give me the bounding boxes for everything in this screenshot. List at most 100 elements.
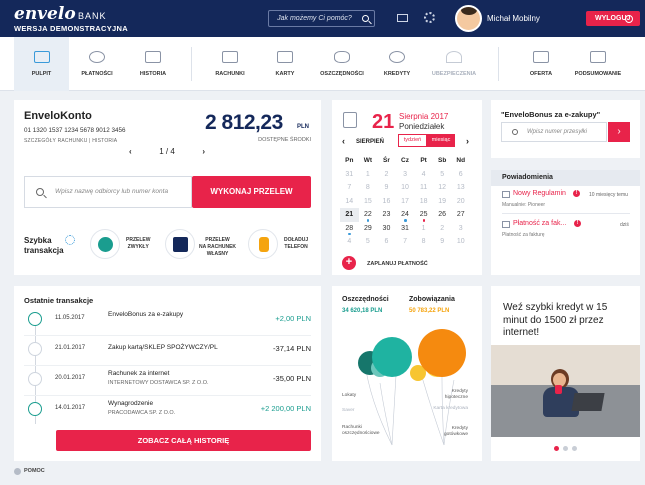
calendar-day[interactable]: 18	[414, 195, 433, 209]
calendar-day[interactable]: 4	[340, 235, 359, 249]
calendar-day[interactable]: 16	[377, 195, 396, 209]
calendar-day[interactable]: 6	[451, 168, 470, 182]
notification-item[interactable]: Płatność za fak... ! dziś Płatność za fa…	[491, 216, 640, 243]
calendar-day[interactable]: 9	[377, 181, 396, 195]
gear-icon[interactable]	[424, 12, 435, 23]
user-name[interactable]: Michał Mobilny	[487, 14, 540, 23]
transaction-row[interactable]: 21.01.2017 Zakup kartą/SKLEP SPOŻYWCZY/P…	[24, 336, 311, 366]
nav-item-karty[interactable]: KARTY	[260, 37, 310, 91]
calendar-day[interactable]: 7	[340, 181, 359, 195]
account-pager: ‹ 1 / 4 ›	[127, 147, 207, 159]
calendar-day[interactable]: 3	[396, 168, 415, 182]
bonus-submit-button[interactable]: ›	[608, 122, 630, 142]
notification-item[interactable]: Nowy Regulamin ! 10 miesięcy temu Manual…	[491, 186, 640, 213]
gear-icon[interactable]	[65, 235, 75, 245]
search-icon[interactable]	[362, 15, 369, 22]
transaction-date: 21.01.2017	[55, 345, 86, 351]
nav-item-oszczednosci[interactable]: OSZCZĘDNOŚCI	[314, 37, 370, 91]
calendar-day[interactable]: 14	[340, 195, 359, 209]
calendar-day[interactable]: 24	[396, 208, 415, 222]
calendar-day[interactable]: 1	[359, 168, 378, 182]
calendar-day[interactable]: 22	[359, 208, 378, 222]
notification-title[interactable]: Nowy Regulamin	[513, 190, 566, 197]
calendar-day[interactable]: 1	[414, 222, 433, 236]
transaction-row[interactable]: 11.05.2017 EnveloBonus za e-zakupy +2,00…	[24, 306, 311, 336]
nav-item-podsumowanie[interactable]: PODSUMOWANIE	[568, 37, 628, 91]
calendar-day[interactable]: 2	[433, 222, 452, 236]
chevron-left-icon[interactable]: ‹	[129, 147, 132, 156]
calendar-day[interactable]: 31	[396, 222, 415, 236]
promo-photo[interactable]	[491, 345, 640, 437]
liabilities-bubble-hipoteczne[interactable]	[418, 329, 466, 377]
circle-icon	[248, 229, 278, 259]
account-details-link[interactable]: SZCZEGÓŁY RACHUNKU	[24, 138, 88, 144]
quick-standard-transfer[interactable]: PRZELEW ZWYKŁY	[90, 229, 170, 261]
calendar-day[interactable]: 5	[433, 168, 452, 182]
calendar-day[interactable]: 15	[359, 195, 378, 209]
calendar-day[interactable]: 25	[414, 208, 433, 222]
calendar-day[interactable]: 29	[359, 222, 378, 236]
calendar-day[interactable]: 10	[451, 235, 470, 249]
calendar-day[interactable]: 13	[451, 181, 470, 195]
nav-label: OSZCZĘDNOŚCI	[320, 71, 364, 77]
carousel-dot-active[interactable]	[554, 446, 559, 451]
nav-item-platnosci[interactable]: PŁATNOŚCI	[72, 37, 122, 91]
quick-own-transfer[interactable]: PRZELEW NA RACHUNEK WŁASNY	[165, 229, 245, 261]
calendar-day[interactable]: 26	[433, 208, 452, 222]
calendar-day[interactable]: 30	[377, 222, 396, 236]
calendar-day[interactable]: 10	[396, 181, 415, 195]
calendar-day[interactable]: 7	[396, 235, 415, 249]
calendar-day[interactable]: 8	[359, 181, 378, 195]
transaction-row[interactable]: 20.01.2017 Rachunek za internet INTERNET…	[24, 366, 311, 396]
nav-item-oferta[interactable]: OFERTA	[516, 37, 566, 91]
chevron-right-icon[interactable]: ›	[202, 147, 205, 156]
nav-item-historia[interactable]: HISTORIA	[128, 37, 178, 91]
view-full-history-button[interactable]: ZOBACZ CAŁĄ HISTORIĘ	[56, 430, 311, 451]
calendar-day[interactable]: 20	[451, 195, 470, 209]
avatar[interactable]	[455, 5, 482, 32]
help-icon[interactable]	[14, 468, 21, 475]
schedule-payment-label[interactable]: ZAPLANUJ PŁATNOŚĆ	[367, 261, 428, 267]
transaction-row[interactable]: 14.01.2017 Wynagrodzenie PRACODAWCA SP. …	[24, 396, 311, 426]
make-transfer-button[interactable]: WYKONAJ PRZELEW	[192, 176, 311, 208]
nav-item-rachunki[interactable]: RACHUNKI	[205, 37, 255, 91]
calendar-day[interactable]: 8	[414, 235, 433, 249]
recipient-input[interactable]: Wpisz nazwę odbiorcy lub numer konta	[24, 176, 192, 208]
toggle-week[interactable]: tydzień	[398, 134, 427, 147]
calendar-day[interactable]: 17	[396, 195, 415, 209]
calendar-day[interactable]: 31	[340, 168, 359, 182]
calendar-day[interactable]: 23	[377, 208, 396, 222]
calendar-day[interactable]: 4	[414, 168, 433, 182]
calendar-day[interactable]: 12	[433, 181, 452, 195]
calendar-day[interactable]: 9	[433, 235, 452, 249]
notification-title[interactable]: Płatność za fak...	[513, 220, 566, 227]
parcel-number-input[interactable]: Wpisz numer przesyłki	[501, 122, 607, 142]
carousel-dot[interactable]	[563, 446, 568, 451]
notifications-header: Powiadomienia	[491, 170, 640, 186]
calendar-day[interactable]: 6	[377, 235, 396, 249]
add-payment-button[interactable]: +	[342, 256, 356, 270]
calendar-day[interactable]: 3	[451, 222, 470, 236]
toggle-month[interactable]: miesiąc	[427, 134, 455, 147]
calendar-day-selected[interactable]: 21	[340, 208, 359, 222]
chevron-right-icon[interactable]: ›	[466, 136, 469, 146]
chevron-left-icon[interactable]: ‹	[342, 136, 345, 146]
logo-text[interactable]: envelo	[14, 6, 76, 23]
calendar-day[interactable]: 27	[451, 208, 470, 222]
help-link[interactable]: POMOC	[24, 468, 45, 474]
account-history-link[interactable]: HISTORIA	[92, 138, 117, 144]
calendar-day[interactable]: 5	[359, 235, 378, 249]
promo-text[interactable]: Weź szybki kredyt w 15 minut do 1500 zł …	[503, 302, 631, 340]
calendar-day[interactable]: 11	[414, 181, 433, 195]
calendar-day[interactable]: 28	[340, 222, 359, 236]
savings-bubble-rachunki[interactable]	[372, 337, 412, 377]
carousel-dot[interactable]	[572, 446, 577, 451]
logout-button[interactable]: WYLOGUJ	[586, 11, 640, 26]
help-search-box[interactable]: Jak możemy Ci pomóc?	[268, 10, 375, 27]
calendar-day[interactable]: 2	[377, 168, 396, 182]
quick-phone-topup[interactable]: DOŁADUJ TELEFON	[248, 229, 328, 261]
nav-item-kredyty[interactable]: KREDYTY	[372, 37, 422, 91]
calendar-day[interactable]: 19	[433, 195, 452, 209]
nav-item-pulpit[interactable]: PULPIT	[14, 37, 69, 91]
mail-icon[interactable]	[397, 14, 408, 22]
